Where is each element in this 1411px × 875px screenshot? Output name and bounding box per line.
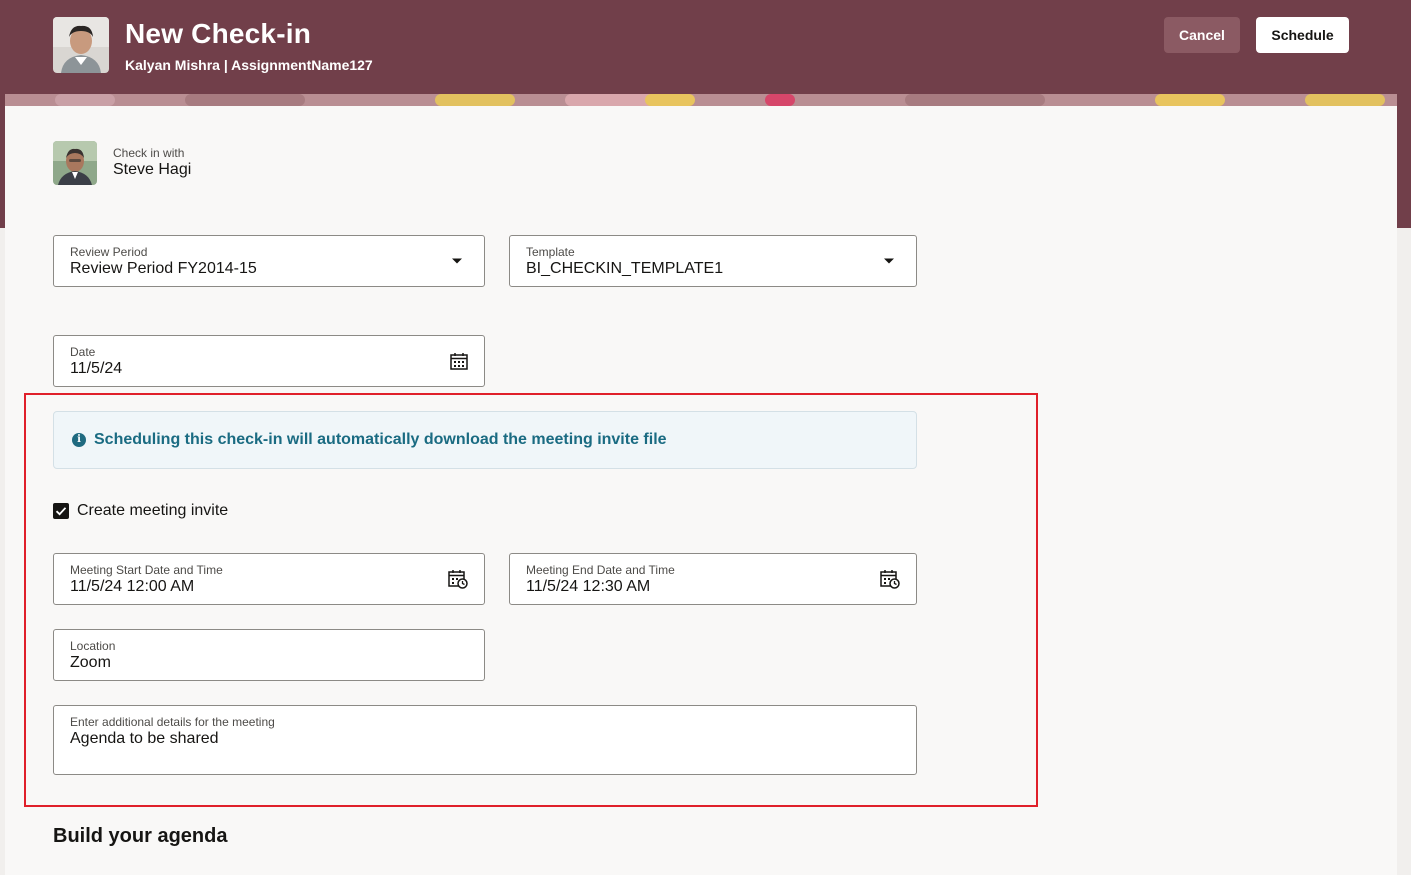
create-meeting-invite-checkbox[interactable] — [53, 503, 69, 519]
review-period-label: Review Period — [70, 245, 148, 259]
meeting-details-value: Agenda to be shared — [70, 730, 219, 747]
meeting-details-textarea[interactable]: Enter additional details for the meeting… — [53, 705, 917, 775]
review-period-select[interactable]: Review Period Review Period FY2014-15 — [53, 235, 485, 287]
chevron-down-icon[interactable] — [452, 258, 462, 264]
meeting-end-value: 11/5/24 12:30 AM — [526, 578, 651, 595]
schedule-button[interactable]: Schedule — [1256, 17, 1349, 53]
meeting-end-field[interactable]: Meeting End Date and Time 11/5/24 12:30 … — [509, 553, 917, 605]
chevron-down-icon[interactable] — [884, 258, 894, 264]
date-field[interactable]: Date 11/5/24 — [53, 335, 485, 387]
calendar-icon[interactable] — [450, 352, 468, 370]
date-label: Date — [70, 345, 96, 359]
meeting-start-field[interactable]: Meeting Start Date and Time 11/5/24 12:0… — [53, 553, 485, 605]
template-select[interactable]: Template BI_CHECKIN_TEMPLATE1 — [509, 235, 917, 287]
checkmark-icon — [55, 507, 67, 516]
create-meeting-invite-label[interactable]: Create meeting invite — [77, 502, 228, 520]
info-icon: i — [72, 433, 86, 447]
page-title: New Check-in — [125, 18, 311, 49]
build-agenda-heading: Build your agenda — [53, 825, 228, 847]
calendar-clock-icon[interactable] — [448, 569, 468, 589]
meeting-start-label: Meeting Start Date and Time — [70, 563, 223, 577]
checkin-manager-name: Steve Hagi — [113, 161, 192, 178]
calendar-clock-icon[interactable] — [880, 569, 900, 589]
meeting-start-value: 11/5/24 12:00 AM — [70, 578, 195, 595]
location-value: Zoom — [70, 654, 111, 671]
meeting-details-label: Enter additional details for the meeting — [70, 715, 275, 729]
manager-avatar — [53, 141, 97, 185]
checkin-with-label: Check in with — [113, 146, 185, 160]
template-value: BI_CHECKIN_TEMPLATE1 — [526, 260, 724, 277]
meeting-end-label: Meeting End Date and Time — [526, 563, 675, 577]
template-label: Template — [526, 245, 575, 259]
review-period-value: Review Period FY2014-15 — [70, 260, 257, 277]
cancel-button[interactable]: Cancel — [1164, 17, 1240, 53]
location-field[interactable]: Location Zoom — [53, 629, 485, 681]
employee-avatar — [53, 17, 109, 73]
location-label: Location — [70, 639, 116, 653]
page-subtitle: Kalyan Mishra | AssignmentName127 — [125, 57, 373, 73]
info-banner: i Scheduling this check-in will automati… — [53, 411, 917, 469]
info-message: Scheduling this check-in will automatica… — [94, 431, 667, 448]
decorative-pattern — [5, 94, 1397, 106]
date-value: 11/5/24 — [70, 360, 123, 377]
